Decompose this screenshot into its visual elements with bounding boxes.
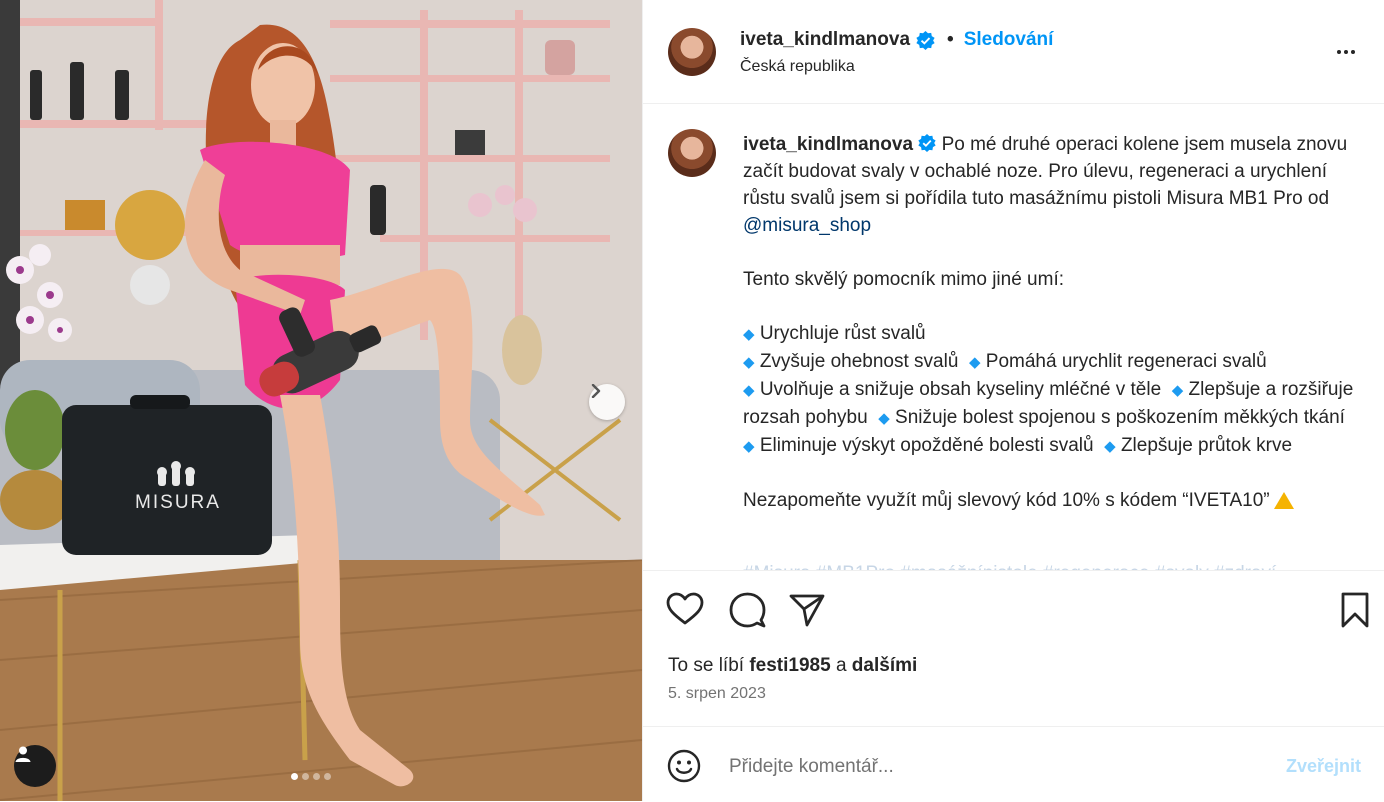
feature-item: Eliminuje výskyt opožděné bolesti svalů [759,435,1094,456]
author-row: iveta_kindlmanova • Sledování [740,29,1053,51]
diamond-bullet-icon: ◆ [1171,382,1184,399]
bookmark-icon[interactable] [1335,590,1375,630]
carousel-dot [302,773,309,780]
comment-icon[interactable] [727,590,767,630]
caption-list-intro: Tento skvělý pomocník mimo jiné umí: [743,269,1065,290]
comment-bar: Zveřejnit [643,726,1384,802]
verified-badge-icon [918,134,936,152]
verified-badge-icon [916,30,935,50]
tagged-users-button[interactable] [14,745,56,787]
diamond-bullet-icon: ◆ [743,438,755,455]
more-dot [1344,50,1348,54]
caption-hashtags-cut: #Misura #MB1Pro #masážnípistole #regener… [743,563,1276,570]
caption-feature-list: ◆ Urychluje růst svalů ◆ Zvyšuje ohebnos… [743,320,1358,460]
user-icon [15,746,31,762]
author-username[interactable]: iveta_kindlmanova [740,29,910,51]
post-image[interactable]: MISURA [0,0,642,801]
liked-by-others[interactable]: dalšími [852,655,917,676]
caption-text: iveta_kindlmanova Po mé druhé operaci ko… [743,131,1358,514]
feature-item: Zlepšuje průtok krve [1120,435,1293,456]
diamond-bullet-icon: ◆ [968,354,981,371]
follow-button[interactable]: Sledování [964,29,1054,51]
chevron-right-icon [591,384,601,398]
more-options-button[interactable] [1337,42,1365,62]
action-bar [643,590,1384,632]
likes-summary: To se líbí festi1985 a dalšími [668,655,917,677]
emoji-icon[interactable] [667,749,701,783]
carousel-dot [291,773,298,780]
carousel-dot [324,773,331,780]
heart-icon[interactable] [665,590,705,630]
header-separator: • [947,29,954,50]
diamond-bullet-icon: ◆ [878,410,890,427]
send-icon[interactable] [787,590,827,630]
caption-promo: Nezapomeňte využít můj slevový kód 10% s… [743,490,1270,511]
feature-item: Zvyšuje ohebnost svalů [759,351,959,372]
caption-author-avatar[interactable] [668,129,716,177]
carousel-next-button[interactable] [589,384,625,420]
post-header: iveta_kindlmanova • Sledování Česká repu… [643,0,1384,104]
diamond-bullet-icon: ◆ [743,326,755,343]
feature-item: Uvolňuje a snižuje obsah kyseliny mléčné… [759,379,1162,400]
feature-item: Urychluje růst svalů [759,323,926,344]
feature-item: Pomáhá urychlit regeneraci svalů [985,351,1267,372]
post-location[interactable]: Česká republika [740,58,855,76]
post-details-panel: iveta_kindlmanova • Sledování Česká repu… [642,0,1384,801]
likes-prefix: To se líbí [668,655,750,676]
more-dot [1337,50,1341,54]
more-dot [1351,50,1355,54]
diamond-bullet-icon: ◆ [743,354,755,371]
diamond-bullet-icon: ◆ [743,382,755,399]
carousel-indicator [291,773,331,780]
diamond-bullet-icon: ◆ [1104,438,1116,455]
feature-item: Snižuje bolest spojenou s poškozením měk… [895,407,1345,428]
mention-link[interactable]: @misura_shop [743,215,871,236]
post-date[interactable]: 5. srpen 2023 [668,685,766,703]
comment-input[interactable] [727,751,1251,783]
warning-icon [1273,492,1294,509]
liked-by-user[interactable]: festi1985 [749,655,830,676]
carousel-dot [313,773,320,780]
caption-username[interactable]: iveta_kindlmanova [743,134,913,155]
likes-middle: a [830,655,852,676]
post-comment-button[interactable]: Zveřejnit [1286,756,1361,777]
caption-section: iveta_kindlmanova Po mé druhé operaci ko… [643,104,1384,571]
case-brand-text: MISURA [135,492,221,513]
author-avatar[interactable] [668,28,716,76]
post-photo-illustration: MISURA [0,0,642,801]
